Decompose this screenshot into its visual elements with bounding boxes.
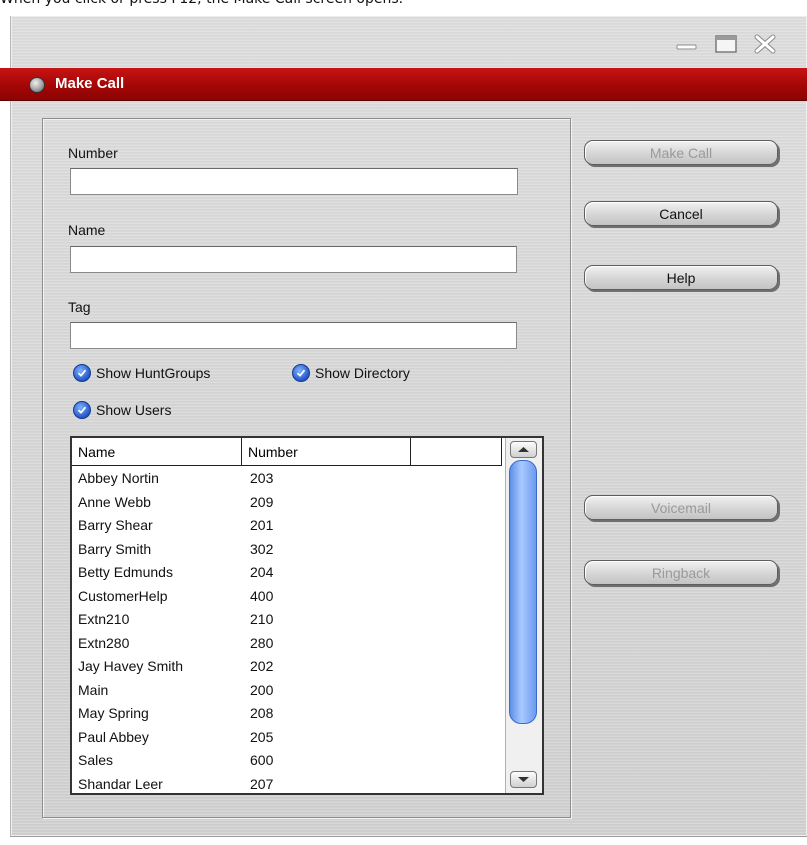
- status-led-icon: [29, 77, 45, 93]
- list-scrollbar[interactable]: [505, 438, 542, 793]
- show-directory-checkbox[interactable]: Show Directory: [292, 364, 410, 382]
- cancel-button[interactable]: Cancel: [584, 201, 778, 226]
- list-item[interactable]: Barry Shear 201: [72, 517, 502, 541]
- contact-number: 202: [250, 658, 274, 674]
- column-header-number[interactable]: Number: [242, 438, 411, 466]
- contact-name: Shandar Leer: [78, 775, 163, 792]
- contact-number: 208: [250, 705, 274, 721]
- contact-name: Barry Smith: [78, 540, 152, 557]
- number-label: Number: [68, 145, 118, 161]
- contact-name: CustomerHelp: [78, 587, 168, 604]
- contact-name: Paul Abbey: [78, 728, 149, 745]
- name-label: Name: [68, 222, 106, 238]
- contact-number: 280: [250, 634, 274, 651]
- name-field[interactable]: [70, 246, 517, 273]
- contact-list[interactable]: Name Number Abbey Nortin 203 Anne Webb 209…: [70, 436, 544, 795]
- contact-name: Betty Edmunds: [78, 564, 173, 580]
- column-header-blank[interactable]: [411, 438, 502, 466]
- tag-label: Tag: [68, 299, 91, 315]
- contact-number: 302: [250, 540, 274, 557]
- contact-name: Extn210: [78, 611, 130, 627]
- show-users-label: Show Users: [96, 402, 172, 418]
- checkmark-icon: [73, 364, 91, 382]
- contact-number: 210: [250, 611, 274, 627]
- list-item[interactable]: Main 200: [72, 682, 502, 706]
- contact-number: 207: [250, 775, 274, 792]
- scroll-up-button[interactable]: [510, 441, 537, 458]
- contact-name: Extn280: [78, 634, 130, 651]
- voicemail-button[interactable]: Voicemail: [584, 495, 778, 520]
- maximize-icon[interactable]: [713, 33, 739, 55]
- list-item[interactable]: Paul Abbey 205: [72, 729, 502, 753]
- contact-name: May Spring: [78, 705, 149, 721]
- scroll-down-button[interactable]: [510, 771, 537, 788]
- contact-name: Barry Shear: [78, 517, 153, 533]
- tag-field[interactable]: [70, 322, 517, 349]
- list-item[interactable]: Extn210 210: [72, 611, 502, 635]
- list-item[interactable]: Betty Edmunds 204: [72, 564, 502, 588]
- list-item[interactable]: Sales 600: [72, 752, 502, 776]
- number-field[interactable]: [70, 168, 518, 195]
- close-icon[interactable]: [752, 33, 778, 55]
- scroll-thumb[interactable]: [509, 460, 537, 724]
- make-call-button[interactable]: Make Call: [584, 140, 778, 165]
- list-item[interactable]: Anne Webb 209: [72, 494, 502, 518]
- list-item[interactable]: May Spring 208: [72, 705, 502, 729]
- checkmark-icon: [73, 401, 91, 419]
- contact-number: 203: [250, 470, 274, 486]
- show-huntgroups-checkbox[interactable]: Show HuntGroups: [73, 364, 210, 382]
- contact-number: 209: [250, 493, 274, 510]
- list-rows: Abbey Nortin 203 Anne Webb 209 Barry Shear…: [72, 470, 502, 793]
- contact-number: 204: [250, 564, 274, 580]
- contact-name: Jay Havey Smith: [78, 658, 184, 674]
- list-header: Name Number: [72, 438, 502, 468]
- contact-number: 200: [250, 681, 274, 698]
- show-directory-label: Show Directory: [315, 365, 410, 381]
- contact-number: 205: [250, 728, 274, 745]
- list-item[interactable]: CustomerHelp 400: [72, 588, 502, 612]
- help-button[interactable]: Help: [584, 265, 778, 290]
- chevron-down-icon: [518, 777, 529, 782]
- caption-fragment: When you click or press F12, the Make Ca…: [0, 0, 807, 11]
- list-item[interactable]: Extn280 280: [72, 635, 502, 659]
- list-item[interactable]: Shandar Leer 207: [72, 776, 502, 794]
- list-item[interactable]: Barry Smith 302: [72, 541, 502, 565]
- contact-number: 600: [250, 752, 274, 768]
- contact-name: Sales: [78, 752, 114, 768]
- list-item[interactable]: Jay Havey Smith 202: [72, 658, 502, 682]
- show-users-checkbox[interactable]: Show Users: [73, 401, 171, 419]
- list-item[interactable]: Abbey Nortin 203: [72, 470, 502, 494]
- contact-name: Anne Webb: [78, 493, 151, 510]
- minimize-icon[interactable]: [674, 33, 700, 55]
- column-header-name[interactable]: Name: [72, 438, 242, 466]
- chevron-up-icon: [518, 447, 529, 452]
- ringback-button[interactable]: Ringback: [584, 560, 778, 585]
- window-title: Make Call: [55, 75, 125, 92]
- contact-number: 400: [250, 587, 274, 604]
- contact-number: 201: [250, 517, 274, 533]
- contact-name: Main: [78, 681, 109, 698]
- contact-name: Abbey Nortin: [78, 470, 159, 486]
- checkmark-icon: [292, 364, 310, 382]
- show-huntgroups-label: Show HuntGroups: [96, 365, 211, 381]
- title-bar: Make Call: [0, 68, 807, 101]
